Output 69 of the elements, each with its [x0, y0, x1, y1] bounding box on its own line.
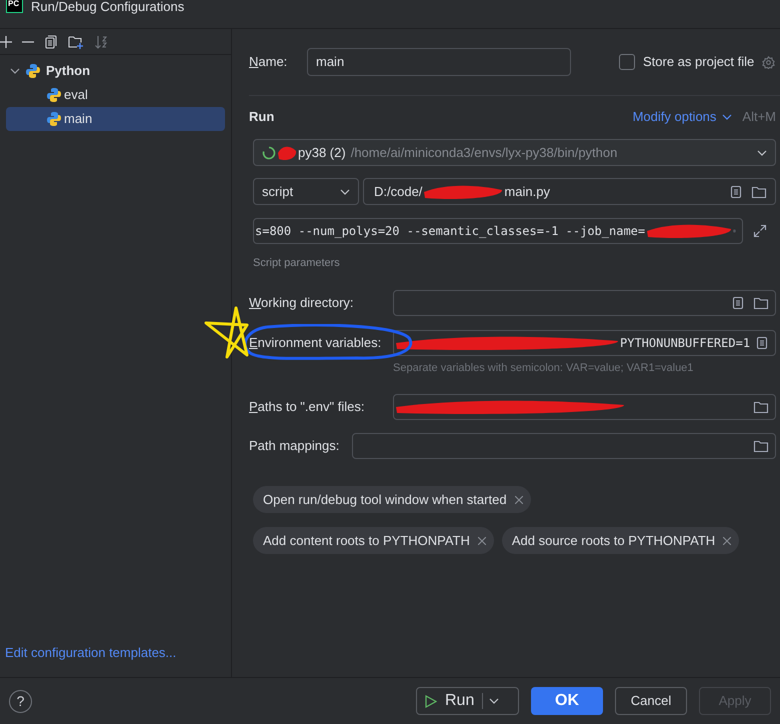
- folder-icon[interactable]: [751, 184, 767, 198]
- chevron-down-icon: [489, 698, 500, 704]
- copy-icon[interactable]: [44, 34, 58, 48]
- run-target-dropdown[interactable]: script: [253, 178, 359, 205]
- add-icon[interactable]: [0, 36, 12, 48]
- script-path-field[interactable]: D:/code/ main.py: [363, 178, 776, 205]
- sort-icon[interactable]: [94, 34, 108, 48]
- field-label: Path mappings:: [249, 437, 340, 456]
- field-hint: Separate variables with semicolon: VAR=value; VAR1=value1: [393, 360, 694, 376]
- modify-options-link[interactable]: Modify options: [632, 107, 732, 127]
- input-field[interactable]: PYTHONUNBUFFERED=1: [393, 330, 776, 356]
- close-icon[interactable]: [478, 536, 486, 544]
- expand-icon[interactable]: [753, 224, 767, 238]
- section-title: Run: [249, 108, 274, 126]
- option-chip[interactable]: Add source roots to PYTHONPATH: [502, 527, 740, 554]
- chip-label: Add source roots to PYTHONPATH: [512, 532, 716, 550]
- name-field[interactable]: main: [307, 48, 571, 76]
- field-text: s=800 --num_polys=20 --semantic_classes=-1 --job_name=: [255, 223, 646, 240]
- tree-item[interactable]: main: [6, 107, 225, 131]
- play-icon: [425, 694, 437, 708]
- folder-icon[interactable]: [753, 439, 769, 453]
- chevron-down-icon: [722, 114, 732, 120]
- input-field[interactable]: [393, 290, 776, 316]
- field-caption: Script parameters: [253, 256, 340, 271]
- help-button[interactable]: ?: [9, 690, 32, 712]
- interpreter-path: /home/ai/miniconda3/envs/lyx-py38/bin/python: [350, 144, 618, 162]
- folder-icon[interactable]: [753, 400, 769, 414]
- option-chip[interactable]: Add content roots to PYTHONPATH: [253, 527, 494, 554]
- python-icon: [46, 87, 62, 103]
- new-folder-icon[interactable]: [68, 34, 84, 48]
- python-icon: [46, 111, 62, 127]
- field-text: main.py: [504, 182, 550, 201]
- chip-label: Open run/debug tool window when started: [263, 490, 507, 509]
- chevron-down-icon: [340, 188, 350, 194]
- input-field[interactable]: [352, 433, 776, 459]
- tree-item[interactable]: Python: [6, 59, 225, 83]
- app-logo: PC: [6, 0, 23, 13]
- checkbox-label[interactable]: Store as project file: [643, 52, 754, 72]
- document-icon[interactable]: [729, 184, 743, 198]
- field-text: D:/code/: [374, 182, 422, 201]
- chevron-icon[interactable]: [10, 66, 20, 76]
- chip-label: Add content roots to PYTHONPATH: [263, 532, 470, 550]
- run-button[interactable]: Run: [416, 687, 519, 715]
- python-icon: [25, 63, 41, 79]
- window-title: Run/Debug Configurations: [31, 0, 184, 15]
- interpreter-dropdown[interactable]: py38 (2) /home/ai/miniconda3/envs/lyx-py38/bin/python: [253, 139, 776, 166]
- close-icon[interactable]: [723, 536, 732, 544]
- ok-button[interactable]: OK: [531, 687, 603, 715]
- templates-link[interactable]: Edit configuration templates...: [5, 645, 176, 660]
- settings-icon[interactable]: [762, 56, 776, 68]
- document-icon[interactable]: [755, 336, 769, 350]
- field-label: Working directory:: [249, 294, 355, 312]
- tree-item[interactable]: eval: [6, 83, 225, 107]
- loading-icon: [262, 146, 276, 160]
- field-text: PYTHONUNBUFFERED=1: [620, 335, 750, 352]
- parameters-field[interactable]: s=800 --num_polys=20 --semantic_classes=-1 --job_name=: [253, 218, 743, 244]
- folder-icon[interactable]: [753, 296, 769, 310]
- field-label: Environment variables:: [249, 334, 382, 352]
- input-field[interactable]: [393, 394, 776, 420]
- chevron-down-icon: [757, 150, 767, 156]
- document-icon[interactable]: [731, 296, 745, 310]
- close-icon[interactable]: [514, 496, 523, 504]
- field-label: Paths to ".env" files:: [249, 398, 366, 416]
- option-chip[interactable]: Open run/debug tool window when started: [253, 486, 531, 513]
- field-text: py38 (2): [298, 144, 346, 162]
- field-label: Name:: [249, 53, 288, 72]
- checkbox[interactable]: [619, 54, 635, 70]
- dialog-button[interactable]: Cancel: [615, 687, 687, 715]
- shortcut-hint: Alt+M: [742, 108, 776, 126]
